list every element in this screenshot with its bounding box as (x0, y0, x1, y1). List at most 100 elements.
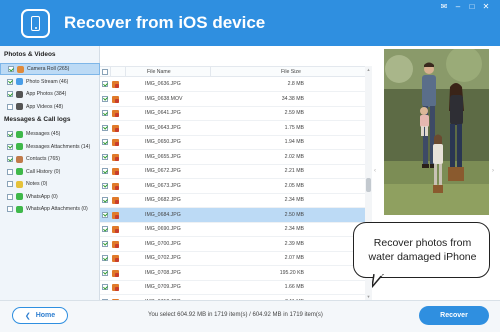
file-row[interactable]: IMG_0655.JPG 2.02 MB (100, 150, 372, 165)
file-row[interactable]: IMG_0708.JPG 195.20 KB (100, 266, 372, 281)
sidebar-item-checkbox[interactable] (7, 103, 13, 110)
file-row[interactable]: IMG_0673.JPG 2.05 MB (100, 179, 372, 194)
home-button[interactable]: ❮ Home (12, 307, 68, 324)
file-row[interactable]: IMG_0690.JPG 2.34 MB (100, 222, 372, 237)
category-icon (16, 103, 23, 110)
sidebar-item-checkbox[interactable] (7, 193, 13, 200)
sidebar-item[interactable]: Messages Attachments (14) (0, 141, 100, 153)
category-icon (16, 205, 23, 213)
sidebar-item[interactable]: Photo Stream (46) (0, 76, 100, 88)
file-row-checkbox[interactable] (102, 153, 108, 160)
sidebar-item[interactable]: WhatsApp (0) (0, 191, 100, 203)
callout-bubble: Recover photos from water damaged iPhone (353, 222, 490, 278)
file-name: IMG_0690.JPG (145, 226, 181, 232)
previous-photo-arrow-icon[interactable]: ‹ (374, 168, 376, 174)
home-button-label: Home (35, 312, 56, 319)
sidebar-item-label: Notes (0) (26, 181, 48, 187)
file-name: IMG_0655.JPG (145, 153, 181, 160)
sidebar-item[interactable]: Contacts (765) (0, 153, 100, 165)
sidebar-item[interactable]: Call History (0) (0, 166, 100, 178)
sidebar-item-checkbox[interactable] (7, 156, 13, 162)
sidebar-item-label: App Videos (48) (26, 103, 64, 110)
file-row-checkbox[interactable] (102, 95, 108, 102)
sidebar-item-checkbox[interactable] (7, 181, 13, 187)
sidebar-item-label: Camera Roll (265) (27, 66, 70, 72)
file-list: File Name File Size IMG_0636.JPG 2.8 MB IM… (100, 46, 372, 310)
sidebar-item-checkbox[interactable] (7, 168, 13, 175)
file-row[interactable]: IMG_0702.JPG 2.07 MB (100, 251, 372, 266)
image-file-icon (112, 110, 119, 117)
file-row[interactable]: IMG_0650.JPG 1.94 MB (100, 135, 372, 150)
sidebar-item[interactable]: Messages (45) (0, 128, 100, 140)
category-icon (16, 78, 23, 85)
file-row-checkbox[interactable] (102, 197, 108, 203)
file-row-checkbox[interactable] (102, 240, 108, 247)
sidebar-item[interactable]: WhatsApp Attachments (0) (0, 203, 100, 215)
minimize-button[interactable]: – (452, 2, 464, 11)
file-row[interactable]: IMG_0643.JPG 1.75 MB (100, 121, 372, 136)
sidebar-item-checkbox[interactable] (7, 143, 13, 150)
file-name: IMG_0672.JPG (145, 168, 181, 174)
category-icon (16, 90, 23, 98)
column-header-file-name[interactable]: File Name (147, 69, 171, 75)
sidebar-item-checkbox[interactable] (7, 91, 13, 97)
file-row[interactable]: IMG_0709.JPG 1.66 MB (100, 280, 372, 295)
maximize-button[interactable]: □ (466, 2, 478, 11)
file-row-checkbox[interactable] (102, 255, 108, 261)
file-row[interactable]: IMG_0641.JPG 2.59 MB (100, 106, 372, 121)
file-row-checkbox[interactable] (102, 182, 108, 189)
file-size: 2.05 MB (284, 182, 304, 189)
sidebar-item[interactable]: Notes (0) (0, 178, 100, 190)
callout-tail (372, 274, 384, 288)
file-size: 2.39 MB (284, 240, 304, 247)
recover-button[interactable]: Recover (419, 306, 489, 325)
file-row-checkbox[interactable] (102, 226, 108, 232)
file-size: 1.75 MB (284, 124, 304, 131)
file-row[interactable]: IMG_0700.JPG 2.39 MB (100, 237, 372, 252)
sidebar-item-label: Messages Attachments (14) (26, 143, 91, 150)
scroll-thumb[interactable] (366, 178, 371, 192)
close-button[interactable]: ✕ (480, 2, 492, 11)
file-row-checkbox[interactable] (102, 211, 108, 218)
column-header-file-size[interactable]: File Size (281, 69, 301, 75)
sidebar-group-title: Messages & Call logs (4, 116, 71, 123)
file-size: 2.21 MB (284, 168, 304, 174)
file-row-checkbox[interactable] (102, 124, 108, 131)
sidebar-item[interactable]: App Photos (384) (0, 88, 100, 100)
file-name: IMG_0641.JPG (145, 110, 181, 116)
window-controls: ✉ – □ ✕ (438, 2, 492, 11)
scroll-up-arrow-icon[interactable]: ▲ (365, 66, 372, 73)
sidebar-item-checkbox[interactable] (7, 131, 13, 137)
file-row[interactable]: IMG_0684.JPG 2.50 MB (100, 207, 372, 223)
sidebar-item-label: Photo Stream (46) (26, 78, 69, 85)
file-name: IMG_0650.JPG (145, 139, 181, 145)
image-file-icon (112, 255, 119, 262)
image-file-icon (112, 211, 119, 219)
file-row-checkbox[interactable] (102, 269, 108, 276)
file-row[interactable]: IMG_0682.JPG 2.34 MB (100, 193, 372, 208)
image-file-icon (112, 240, 119, 248)
file-row[interactable]: IMG_0672.JPG 2.21 MB (100, 164, 372, 179)
sidebar-item-checkbox[interactable] (7, 78, 13, 85)
scroll-down-arrow-icon[interactable]: ▼ (365, 293, 372, 300)
file-row[interactable]: IMG_0636.JPG 2.8 MB (100, 77, 372, 92)
sidebar-item-checkbox[interactable] (7, 206, 13, 212)
file-size: 2.02 MB (284, 153, 304, 160)
file-row-checkbox[interactable] (102, 139, 108, 145)
select-all-checkbox[interactable] (102, 69, 108, 75)
category-icon (16, 193, 23, 200)
file-list-header: File Name File Size (100, 66, 372, 77)
file-name: IMG_0673.JPG (145, 182, 181, 189)
feedback-icon[interactable]: ✉ (438, 2, 450, 11)
file-row[interactable]: IMG_0638.MOV 34.38 MB (100, 92, 372, 107)
sidebar-item-checkbox[interactable] (8, 66, 14, 72)
sidebar-item[interactable]: App Videos (48) (0, 101, 100, 113)
file-size: 2.34 MB (284, 226, 304, 232)
file-row-checkbox[interactable] (102, 284, 108, 290)
category-icon (16, 143, 23, 150)
file-row-checkbox[interactable] (102, 81, 108, 87)
file-row-checkbox[interactable] (102, 110, 108, 116)
next-photo-arrow-icon[interactable]: › (492, 168, 494, 174)
file-row-checkbox[interactable] (102, 168, 108, 174)
sidebar-item[interactable]: Camera Roll (265) (0, 63, 100, 75)
